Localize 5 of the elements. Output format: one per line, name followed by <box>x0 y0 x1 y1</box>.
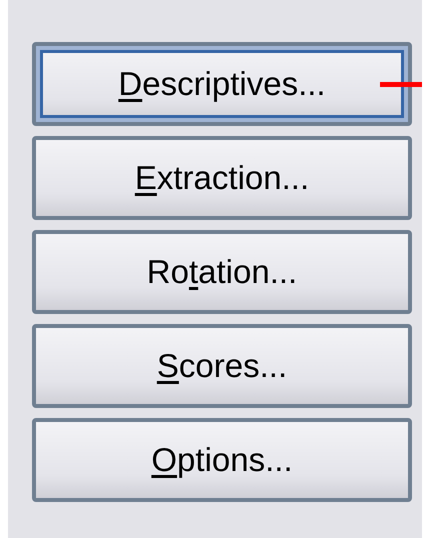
dialog-button[interactable]: Scores... <box>32 324 412 408</box>
dialog-button[interactable]: Rotation... <box>32 230 412 314</box>
dialog-button[interactable]: Options... <box>32 418 412 502</box>
dialog-button[interactable]: Extraction... <box>32 136 412 220</box>
dialog-button[interactable]: Descriptives... <box>32 42 412 126</box>
